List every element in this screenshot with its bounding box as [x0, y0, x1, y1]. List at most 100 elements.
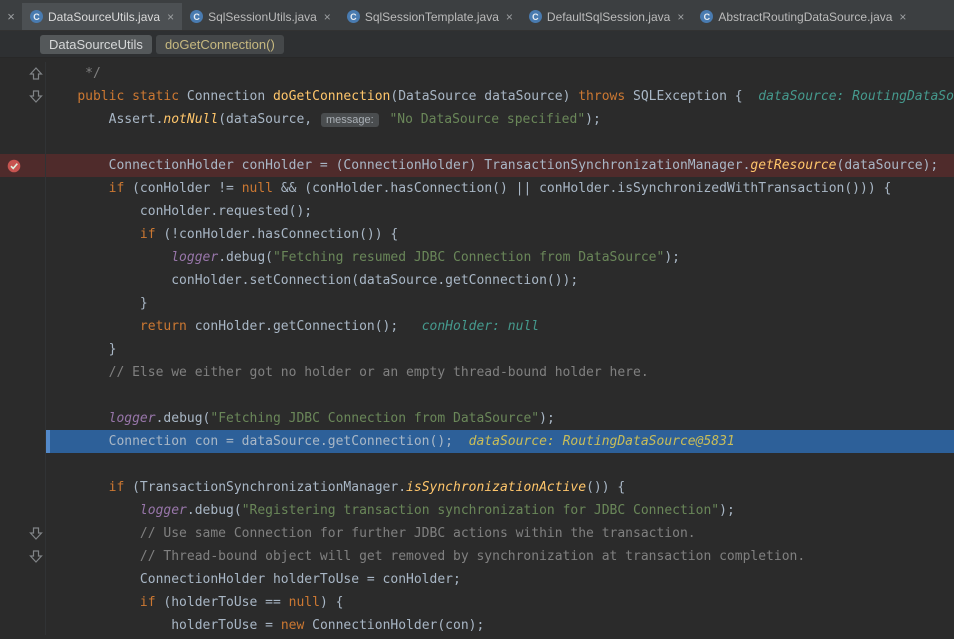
code-token: null — [242, 181, 273, 196]
code-line[interactable]: Assert.notNull(dataSource, message: "No … — [0, 108, 954, 131]
gutter-area[interactable] — [28, 591, 46, 614]
gutter-area[interactable] — [28, 315, 46, 338]
code-line[interactable]: ConnectionHolder conHolder = (Connection… — [0, 154, 954, 177]
gutter-area[interactable] — [28, 361, 46, 384]
line-marker-area[interactable] — [0, 200, 28, 223]
code-line[interactable]: public static Connection doGetConnection… — [0, 85, 954, 108]
close-icon[interactable]: × — [0, 3, 22, 30]
gutter-area[interactable] — [28, 407, 46, 430]
code-token: ()) { — [586, 480, 625, 495]
code-line[interactable]: if (TransactionSynchronizationManager.is… — [0, 476, 954, 499]
line-marker-area[interactable] — [0, 177, 28, 200]
line-marker-area[interactable] — [0, 154, 28, 177]
gutter-area[interactable] — [28, 453, 46, 476]
line-marker-area[interactable] — [0, 292, 28, 315]
code-line[interactable] — [0, 384, 954, 407]
code-line[interactable]: // Else we either got no holder or an em… — [0, 361, 954, 384]
code-line[interactable]: if (holderToUse == null) { — [0, 591, 954, 614]
code-token — [46, 250, 171, 265]
gutter-area[interactable] — [28, 545, 46, 568]
line-marker-area[interactable] — [0, 453, 28, 476]
gutter-area[interactable] — [28, 568, 46, 591]
line-marker-area[interactable] — [0, 522, 28, 545]
line-marker-area[interactable] — [0, 407, 28, 430]
code-line[interactable]: if (!conHolder.hasConnection()) { — [0, 223, 954, 246]
gutter-area[interactable] — [28, 338, 46, 361]
code-line[interactable]: } — [0, 292, 954, 315]
line-marker-area[interactable] — [0, 430, 28, 453]
line-marker-area[interactable] — [0, 269, 28, 292]
line-marker-area[interactable] — [0, 223, 28, 246]
code-line[interactable] — [0, 453, 954, 476]
code-line[interactable]: holderToUse = new ConnectionHolder(con); — [0, 614, 954, 635]
code-line[interactable]: logger.debug("Registering transaction sy… — [0, 499, 954, 522]
code-line[interactable]: Connection con = dataSource.getConnectio… — [0, 430, 954, 453]
line-marker-area[interactable] — [0, 85, 28, 108]
gutter-area[interactable] — [28, 131, 46, 154]
code-line[interactable]: return conHolder.getConnection(); conHol… — [0, 315, 954, 338]
tab-close-icon[interactable]: × — [899, 10, 906, 24]
gutter-area[interactable] — [28, 522, 46, 545]
code-token: null — [289, 595, 320, 610]
code-line-text: } — [46, 292, 954, 315]
gutter-area[interactable] — [28, 246, 46, 269]
gutter-area[interactable] — [28, 269, 46, 292]
code-line[interactable]: } — [0, 338, 954, 361]
tab-close-icon[interactable]: × — [506, 10, 513, 24]
tab-close-icon[interactable]: × — [677, 10, 684, 24]
code-line[interactable]: conHolder.requested(); — [0, 200, 954, 223]
code-line[interactable]: logger.debug("Fetching resumed JDBC Conn… — [0, 246, 954, 269]
tab-close-icon[interactable]: × — [167, 10, 174, 24]
code-line[interactable]: // Use same Connection for further JDBC … — [0, 522, 954, 545]
line-marker-area[interactable] — [0, 545, 28, 568]
gutter-area[interactable] — [28, 62, 46, 85]
gutter-area[interactable] — [28, 292, 46, 315]
line-marker-area[interactable] — [0, 361, 28, 384]
code-line[interactable]: */ — [0, 62, 954, 85]
java-class-icon: C — [190, 10, 203, 23]
gutter-area[interactable] — [28, 223, 46, 246]
editor-tab[interactable]: CDefaultSqlSession.java× — [521, 3, 692, 30]
gutter-area[interactable] — [28, 430, 46, 453]
gutter-area[interactable] — [28, 476, 46, 499]
gutter-area[interactable] — [28, 108, 46, 131]
gutter-area[interactable] — [28, 177, 46, 200]
tab-close-icon[interactable]: × — [324, 10, 331, 24]
code-line[interactable]: // Thread-bound object will get removed … — [0, 545, 954, 568]
gutter-area[interactable] — [28, 499, 46, 522]
line-marker-area[interactable] — [0, 315, 28, 338]
code-line[interactable]: logger.debug("Fetching JDBC Connection f… — [0, 407, 954, 430]
code-token: Assert. — [46, 112, 163, 127]
parameter-name-hint: message: — [321, 113, 379, 127]
code-line[interactable]: ConnectionHolder holderToUse = conHolder… — [0, 568, 954, 591]
line-marker-area[interactable] — [0, 108, 28, 131]
code-token: SQLException { — [625, 89, 742, 104]
breadcrumb-item[interactable]: DataSourceUtils — [40, 35, 152, 54]
code-line[interactable]: if (conHolder != null && (conHolder.hasC… — [0, 177, 954, 200]
line-marker-area[interactable] — [0, 568, 28, 591]
gutter-area[interactable] — [28, 384, 46, 407]
gutter-area[interactable] — [28, 85, 46, 108]
code-token: (dataSource); — [837, 158, 939, 173]
gutter-area[interactable] — [28, 154, 46, 177]
line-marker-area[interactable] — [0, 499, 28, 522]
line-marker-area[interactable] — [0, 476, 28, 499]
gutter-area[interactable] — [28, 614, 46, 635]
editor-tab[interactable]: CDataSourceUtils.java× — [22, 3, 182, 30]
gutter-area[interactable] — [28, 200, 46, 223]
line-marker-area[interactable] — [0, 614, 28, 635]
code-line[interactable]: conHolder.setConnection(dataSource.getCo… — [0, 269, 954, 292]
line-marker-area[interactable] — [0, 384, 28, 407]
code-token: Connection — [187, 89, 273, 104]
code-token — [46, 411, 109, 426]
line-marker-area[interactable] — [0, 338, 28, 361]
editor-tab[interactable]: CAbstractRoutingDataSource.java× — [692, 3, 914, 30]
line-marker-area[interactable] — [0, 591, 28, 614]
breadcrumb-item[interactable]: doGetConnection() — [156, 35, 284, 54]
code-line[interactable] — [0, 131, 954, 154]
line-marker-area[interactable] — [0, 246, 28, 269]
editor-tab[interactable]: CSqlSessionTemplate.java× — [339, 3, 521, 30]
editor-tab[interactable]: CSqlSessionUtils.java× — [182, 3, 339, 30]
line-marker-area[interactable] — [0, 131, 28, 154]
line-marker-area[interactable] — [0, 62, 28, 85]
